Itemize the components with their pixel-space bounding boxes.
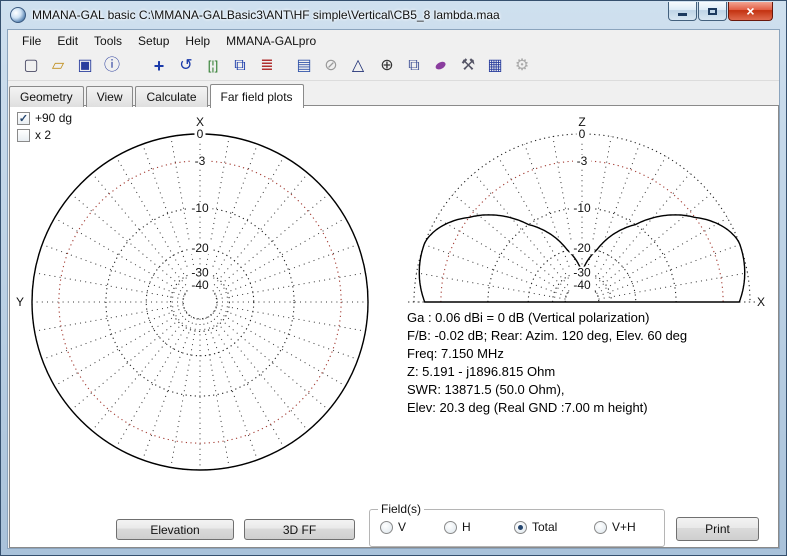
radio-vh-label: V+H <box>612 520 636 534</box>
app-window: MMANA-GAL basic C:\MMANA-GALBasic3\ANT\H… <box>0 0 787 556</box>
tab-view[interactable]: View <box>86 86 134 107</box>
menu-file[interactable]: File <box>14 32 49 50</box>
svg-text:Y: Y <box>16 295 24 309</box>
far-field-icon[interactable]: ● <box>429 54 453 78</box>
menu-help[interactable]: Help <box>177 32 218 50</box>
svg-text:X: X <box>196 115 204 129</box>
client-area: File Edit Tools Setup Help MMANA-GALpro … <box>7 29 780 549</box>
fields-radio-row: V H Total V+H <box>380 520 660 534</box>
radio-total[interactable]: Total <box>514 520 594 534</box>
svg-text:-20: -20 <box>191 241 209 255</box>
calculation-results: Ga : 0.06 dBi = 0 dB (Vertical polarizat… <box>407 309 687 417</box>
menu-tools[interactable]: Tools <box>86 32 130 50</box>
svg-text:0: 0 <box>579 127 586 141</box>
maximize-button[interactable] <box>698 2 727 21</box>
eraser-icon[interactable]: ⊘ <box>319 54 343 78</box>
tab-strip: Geometry View Calculate Far field plots <box>9 83 306 107</box>
calculator-icon[interactable]: ▦ <box>483 54 507 78</box>
elevation-button[interactable]: Elevation <box>116 519 234 540</box>
svg-text:-10: -10 <box>191 201 209 215</box>
radio-vh[interactable]: V+H <box>594 520 636 534</box>
wire-edit-icon[interactable]: [¦] <box>201 54 225 78</box>
result-freq: Freq: 7.150 MHz <box>407 345 687 363</box>
copy-pages-icon[interactable]: ⧉ <box>402 54 426 78</box>
radio-v-circle[interactable] <box>380 521 393 534</box>
svg-text:0: 0 <box>197 127 204 141</box>
svg-text:X: X <box>757 295 765 309</box>
radio-h[interactable]: H <box>444 520 514 534</box>
svg-text:Z: Z <box>578 115 585 129</box>
print-button[interactable]: Print <box>676 517 759 541</box>
far-field-plots-page: ✓ +90 dg x 2 0-3-10-20-30-40XY 0-3-10-20… <box>9 105 779 548</box>
radio-v-label: V <box>398 520 406 534</box>
result-impedance: Z: 5.191 - j1896.815 Ohm <box>407 363 687 381</box>
radio-h-circle[interactable] <box>444 521 457 534</box>
new-file-icon[interactable]: ▢ <box>19 54 43 78</box>
menu-mmana-galpro[interactable]: MMANA-GALpro <box>218 32 324 50</box>
menu-setup[interactable]: Setup <box>130 32 177 50</box>
radio-total-circle[interactable] <box>514 521 527 534</box>
elevation-polar-plot[interactable]: 0-3-10-20-30-40ZX <box>403 113 777 315</box>
3d-ff-button[interactable]: 3D FF <box>244 519 355 540</box>
far-field-glyph: ● <box>429 52 453 79</box>
radio-h-label: H <box>462 520 471 534</box>
close-icon: × <box>746 3 754 19</box>
svg-text:-3: -3 <box>577 154 588 168</box>
minimize-icon <box>678 13 687 16</box>
fields-group-label: Field(s) <box>378 502 424 516</box>
target-icon[interactable]: ⊕ <box>375 54 399 78</box>
view-text-icon[interactable]: ▤ <box>292 54 316 78</box>
result-gain: Ga : 0.06 dBi = 0 dB (Vertical polarizat… <box>407 309 687 327</box>
tools-icon[interactable]: ⚒ <box>456 54 480 78</box>
app-icon <box>10 7 26 23</box>
save-icon[interactable]: ▣ <box>73 54 97 78</box>
radio-v[interactable]: V <box>380 520 444 534</box>
tab-calculate[interactable]: Calculate <box>135 86 207 107</box>
result-fb: F/B: -0.02 dB; Rear: Azim. 120 deg, Elev… <box>407 327 687 345</box>
svg-text:-10: -10 <box>573 201 591 215</box>
toolbar: ▢ ▱ ▣ ⓘ + ↺ [¦] ⧉ ≣ ▤ ⊘ △ ⊕ ⧉ ● ⚒ ▦ ⚙ <box>8 51 779 81</box>
move-icon[interactable]: + <box>147 54 171 78</box>
options-lines-icon[interactable]: ≣ <box>255 54 279 78</box>
close-button[interactable]: × <box>728 2 773 21</box>
fields-groupbox: Field(s) V H Total <box>369 509 665 547</box>
minimize-button[interactable] <box>668 2 697 21</box>
menu-edit[interactable]: Edit <box>49 32 86 50</box>
radio-total-label: Total <box>532 520 557 534</box>
svg-text:-40: -40 <box>573 278 591 292</box>
tab-far-field-plots[interactable]: Far field plots <box>210 84 304 108</box>
maximize-icon <box>708 8 717 15</box>
menu-bar: File Edit Tools Setup Help MMANA-GALpro <box>8 30 779 51</box>
titlebar[interactable]: MMANA-GAL basic C:\MMANA-GALBasic3\ANT\H… <box>2 2 785 29</box>
svg-text:-3: -3 <box>195 154 206 168</box>
tab-geometry[interactable]: Geometry <box>9 86 84 107</box>
result-elev: Elev: 20.3 deg (Real GND :7.00 m height) <box>407 399 687 417</box>
svg-text:-20: -20 <box>573 241 591 255</box>
delta-icon[interactable]: △ <box>346 54 370 78</box>
azimuth-polar-plot[interactable]: 0-3-10-20-30-40XY <box>13 113 395 495</box>
rotate-icon[interactable]: ↺ <box>174 54 198 78</box>
copy-window-icon[interactable]: ⧉ <box>228 54 252 78</box>
open-file-icon[interactable]: ▱ <box>46 54 70 78</box>
window-title: MMANA-GAL basic C:\MMANA-GALBasic3\ANT\H… <box>32 8 500 22</box>
radio-vh-circle[interactable] <box>594 521 607 534</box>
file-info-icon[interactable]: ⓘ <box>100 54 124 78</box>
result-swr: SWR: 13871.5 (50.0 Ohm), <box>407 381 687 399</box>
svg-text:-40: -40 <box>191 278 209 292</box>
settings-gear-icon[interactable]: ⚙ <box>510 54 534 78</box>
